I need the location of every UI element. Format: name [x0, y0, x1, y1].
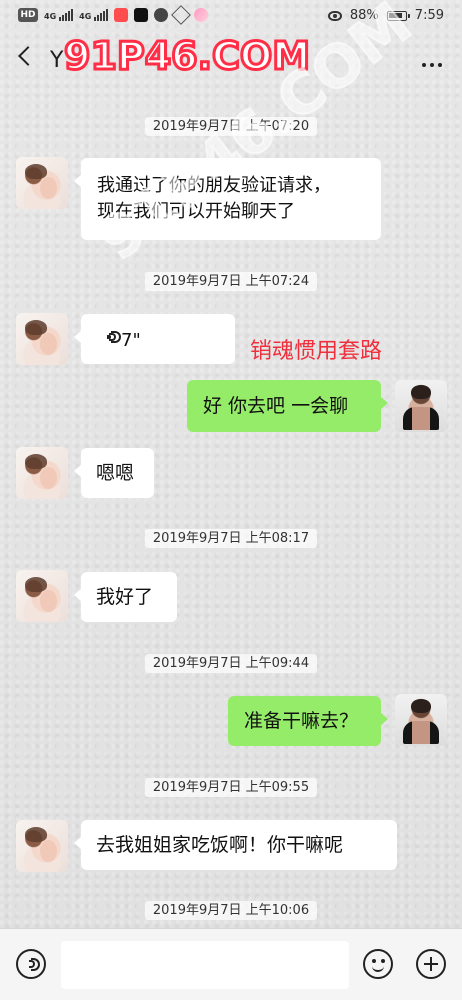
- emoji-icon[interactable]: [363, 949, 393, 979]
- status-left: HD 4G 4G: [18, 5, 209, 25]
- message-icon: [154, 8, 169, 22]
- voice-duration: 7": [121, 330, 141, 351]
- avatar[interactable]: [16, 157, 68, 209]
- status-right: 88% 7:59: [327, 8, 444, 23]
- avatar[interactable]: [16, 313, 68, 365]
- voice-icon: [105, 330, 121, 344]
- message-bubble[interactable]: 我好了: [74, 572, 177, 622]
- timestamp: 2019年9月7日 上午10:06: [0, 899, 462, 920]
- shield-icon: [171, 5, 192, 25]
- message-bubble[interactable]: 去我姐姐家吃饭啊！你干嘛呢: [74, 820, 397, 870]
- battery-icon: [386, 10, 410, 21]
- signal-group-1: 4G: [44, 9, 74, 21]
- chat-title: Y: [50, 48, 65, 73]
- plus-icon[interactable]: [416, 949, 446, 979]
- timestamp: 2019年9月7日 上午08:17: [0, 527, 462, 548]
- annotation-text: 销魂惯用套路: [250, 339, 383, 364]
- timestamp-text: 2019年9月7日 上午08:17: [144, 529, 318, 548]
- more-icon[interactable]: [422, 63, 442, 67]
- signal-icon-2: [94, 9, 109, 21]
- timestamp-text: 2019年9月7日 上午09:44: [144, 654, 318, 673]
- input-footer: [0, 928, 462, 1000]
- voice-message-bubble[interactable]: 7": [74, 314, 235, 364]
- timestamp-text: 2019年9月7日 上午10:06: [144, 901, 318, 920]
- timestamp: 2019年9月7日 上午07:20: [0, 115, 462, 136]
- avatar[interactable]: [16, 447, 68, 499]
- avatar[interactable]: [16, 570, 68, 622]
- signal-label-1: 4G: [44, 12, 57, 21]
- message-bubble[interactable]: 准备干嘛去？: [228, 696, 388, 746]
- signal-icon-1: [59, 9, 74, 21]
- avatar[interactable]: [395, 380, 447, 432]
- timestamp-text: 2019年9月7日 上午07:20: [144, 117, 318, 136]
- eye-icon: [327, 10, 342, 21]
- signal-group-2: 4G: [79, 9, 109, 21]
- timestamp-text: 2019年9月7日 上午07:24: [144, 272, 318, 291]
- chevron-left-icon[interactable]: [16, 47, 34, 65]
- status-time: 7:59: [414, 8, 444, 23]
- timestamp: 2019年9月7日 上午09:44: [0, 652, 462, 673]
- message-bubble[interactable]: 好 你去吧 一会聊: [187, 380, 388, 432]
- app-circle-icon: [194, 8, 209, 22]
- avatar[interactable]: [395, 694, 447, 746]
- tiktok-icon: [134, 8, 149, 22]
- voice-icon[interactable]: [16, 949, 46, 979]
- timestamp-text: 2019年9月7日 上午09:55: [144, 778, 318, 797]
- message-bubble[interactable]: 我通过了你的朋友验证请求， 现在我们可以开始聊天了: [74, 158, 381, 240]
- timestamp: 2019年9月7日 上午07:24: [0, 270, 462, 291]
- message-bubble[interactable]: 嗯嗯: [74, 448, 154, 498]
- signal-label-2: 4G: [79, 12, 92, 21]
- chat-header: Y: [0, 34, 462, 90]
- message-input[interactable]: [61, 941, 349, 989]
- timestamp: 2019年9月7日 上午09:55: [0, 776, 462, 797]
- app-notification-icon: [114, 8, 129, 22]
- avatar[interactable]: [16, 820, 68, 872]
- network-badge: HD: [18, 8, 38, 22]
- battery-percent: 88%: [349, 8, 379, 23]
- status-bar: HD 4G 4G 88% 7:59: [0, 0, 462, 34]
